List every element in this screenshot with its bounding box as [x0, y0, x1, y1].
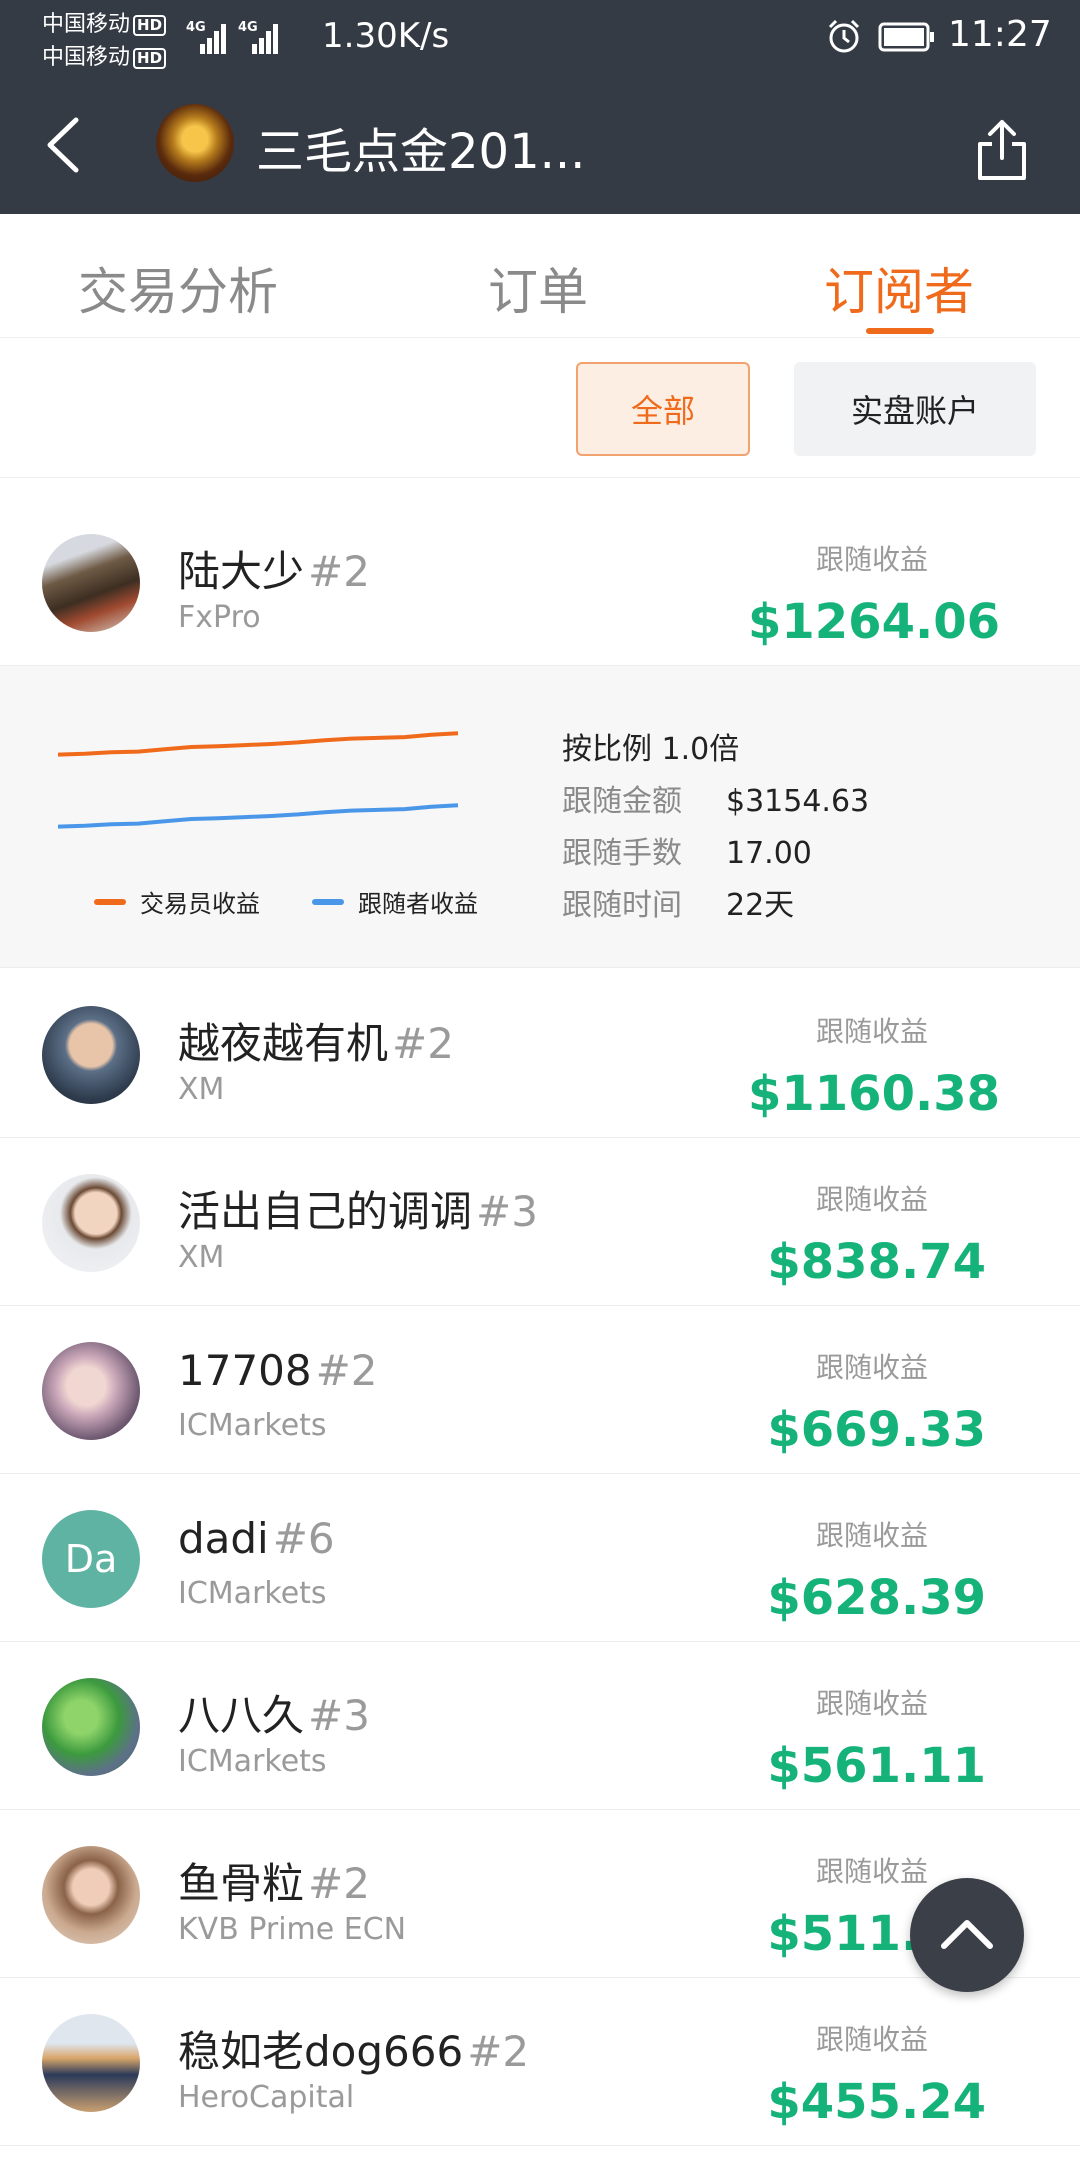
- filter-all-button[interactable]: 全部: [576, 362, 750, 456]
- subscriber-detail-panel: 交易员收益 跟随者收益 按比例 1.0倍 跟随金额 $3154.63 跟随手数 17…: [0, 666, 1080, 968]
- broker-name: FxPro: [178, 600, 261, 635]
- trader-profit-line: [58, 731, 459, 757]
- follow-profit: $669.33: [767, 1402, 986, 1458]
- profit-label: 跟随收益: [815, 1351, 928, 1384]
- broker-name: ICMarkets: [178, 1576, 327, 1611]
- network-speed: 1.30K/s: [322, 16, 450, 56]
- avatar: [42, 1342, 140, 1440]
- follow-profit: $561.11: [767, 1738, 986, 1794]
- subscriber-row[interactable]: 越夜越有机#2 XM 跟随收益 $1160.38: [0, 970, 1080, 1138]
- avatar: [42, 534, 140, 632]
- hd-badge: HD: [133, 47, 167, 69]
- legend-label: 跟随者收益: [358, 890, 478, 918]
- subscriber-name: 活出自己的调调#3: [178, 1187, 538, 1236]
- follow-profit: $455.24: [767, 2074, 986, 2130]
- broker-name: ICMarkets: [178, 1744, 327, 1779]
- legend-follower: 跟随者收益: [312, 884, 478, 919]
- page-title: 三毛点金201...: [256, 124, 586, 180]
- avatar: [42, 1174, 140, 1272]
- follow-amount: 跟随金额 $3154.63: [562, 784, 870, 819]
- status-bar: 中国移动 HD 中国移动 HD 4G 4G 1.30K/s 11:27: [0, 0, 1080, 74]
- carrier-1: 中国移动: [42, 12, 131, 37]
- broker-name: XM: [178, 1072, 225, 1107]
- avatar: [42, 1846, 140, 1944]
- profit-label: 跟随收益: [815, 1855, 928, 1888]
- subscriber-row[interactable]: 陆大少#2 FxPro 跟随收益 $1264.06: [0, 498, 1080, 666]
- scroll-top-button[interactable]: [910, 1878, 1024, 1992]
- avatar: Da: [42, 1510, 140, 1608]
- subscriber-name: 陆大少#2: [178, 547, 370, 596]
- profit-label: 跟随收益: [815, 1183, 928, 1216]
- subscriber-name: 稳如老dog666#2: [178, 2027, 530, 2076]
- follower-profit-line: [58, 803, 459, 829]
- alarm-icon: [828, 19, 860, 53]
- app-header: 中国移动 HD 中国移动 HD 4G 4G 1.30K/s 11:27 三毛点金…: [0, 0, 1080, 214]
- subscriber-name: 鱼骨粒#2: [178, 1859, 370, 1908]
- signal-icon: 4G: [238, 20, 278, 54]
- avatar-initials: Da: [64, 1537, 118, 1581]
- subscriber-name: 越夜越有机#2: [178, 1019, 454, 1068]
- subscriber-name: dadi#6: [178, 1514, 335, 1563]
- broker-name: HeroCapital: [178, 2080, 355, 2115]
- hd-badge: HD: [133, 14, 167, 36]
- profit-label: 跟随收益: [815, 543, 928, 576]
- clock: 11:27: [948, 14, 1052, 55]
- active-tab-indicator: [866, 328, 934, 334]
- signal-icons: 4G 4G: [186, 18, 278, 54]
- profit-label: 跟随收益: [815, 2023, 928, 2056]
- subscriber-row[interactable]: 稳如老dog666#2 HeroCapital 跟随收益 $455.24: [0, 1978, 1080, 2146]
- follow-profit: $1264.06: [747, 594, 1000, 650]
- performance-chart: [58, 731, 459, 829]
- avatar: [42, 2014, 140, 2112]
- broker-name: KVB Prime ECN: [178, 1912, 407, 1947]
- avatar: [42, 1006, 140, 1104]
- back-button[interactable]: [38, 110, 90, 180]
- subscriber-name: 17708#2: [178, 1346, 378, 1395]
- tab-trade-analysis[interactable]: 交易分析: [78, 252, 278, 324]
- avatar: [42, 1678, 140, 1776]
- follow-profit: $628.39: [767, 1570, 986, 1626]
- battery-icon: [878, 22, 934, 52]
- subscriber-row[interactable]: 八八久#3 ICMarkets 跟随收益 $561.11: [0, 1642, 1080, 1810]
- follow-time: 跟随时间 22天: [562, 888, 795, 923]
- tab-bar: 交易分析 订单 订阅者: [0, 214, 1080, 338]
- follow-profit: $838.74: [767, 1234, 986, 1290]
- chevron-up-icon: [941, 1920, 993, 1949]
- legend-trader: 交易员收益: [94, 884, 260, 919]
- profit-label: 跟随收益: [815, 1015, 928, 1048]
- carrier-info: 中国移动 HD 中国移动 HD: [42, 8, 167, 74]
- legend-swatch: [312, 898, 344, 905]
- legend-label: 交易员收益: [140, 890, 260, 918]
- filter-live-account-button[interactable]: 实盘账户: [794, 362, 1036, 456]
- broker-name: XM: [178, 1240, 225, 1275]
- subscriber-row[interactable]: Da dadi#6 ICMarkets 跟随收益 $628.39: [0, 1474, 1080, 1642]
- signal-icon: 4G: [186, 20, 226, 54]
- filter-row: 全部 实盘账户: [0, 338, 1080, 478]
- subscriber-name: 八八久#3: [178, 1691, 370, 1740]
- carrier-2: 中国移动: [42, 45, 131, 70]
- legend-swatch: [94, 898, 126, 905]
- trader-avatar[interactable]: [156, 104, 234, 182]
- share-icon[interactable]: [972, 116, 1032, 184]
- profit-label: 跟随收益: [815, 1687, 928, 1720]
- subscriber-row[interactable]: 活出自己的调调#3 XM 跟随收益 $838.74: [0, 1138, 1080, 1306]
- broker-name: ICMarkets: [178, 1408, 327, 1443]
- profit-label: 跟随收益: [815, 1519, 928, 1552]
- follow-lots: 跟随手数 17.00: [562, 836, 812, 871]
- tab-subscribers[interactable]: 订阅者: [824, 252, 974, 324]
- follow-ratio: 按比例 1.0倍: [562, 732, 740, 767]
- subscriber-row[interactable]: 17708#2 ICMarkets 跟随收益 $669.33: [0, 1306, 1080, 1474]
- follow-profit: $1160.38: [747, 1066, 1000, 1122]
- tab-orders[interactable]: 订单: [488, 252, 588, 324]
